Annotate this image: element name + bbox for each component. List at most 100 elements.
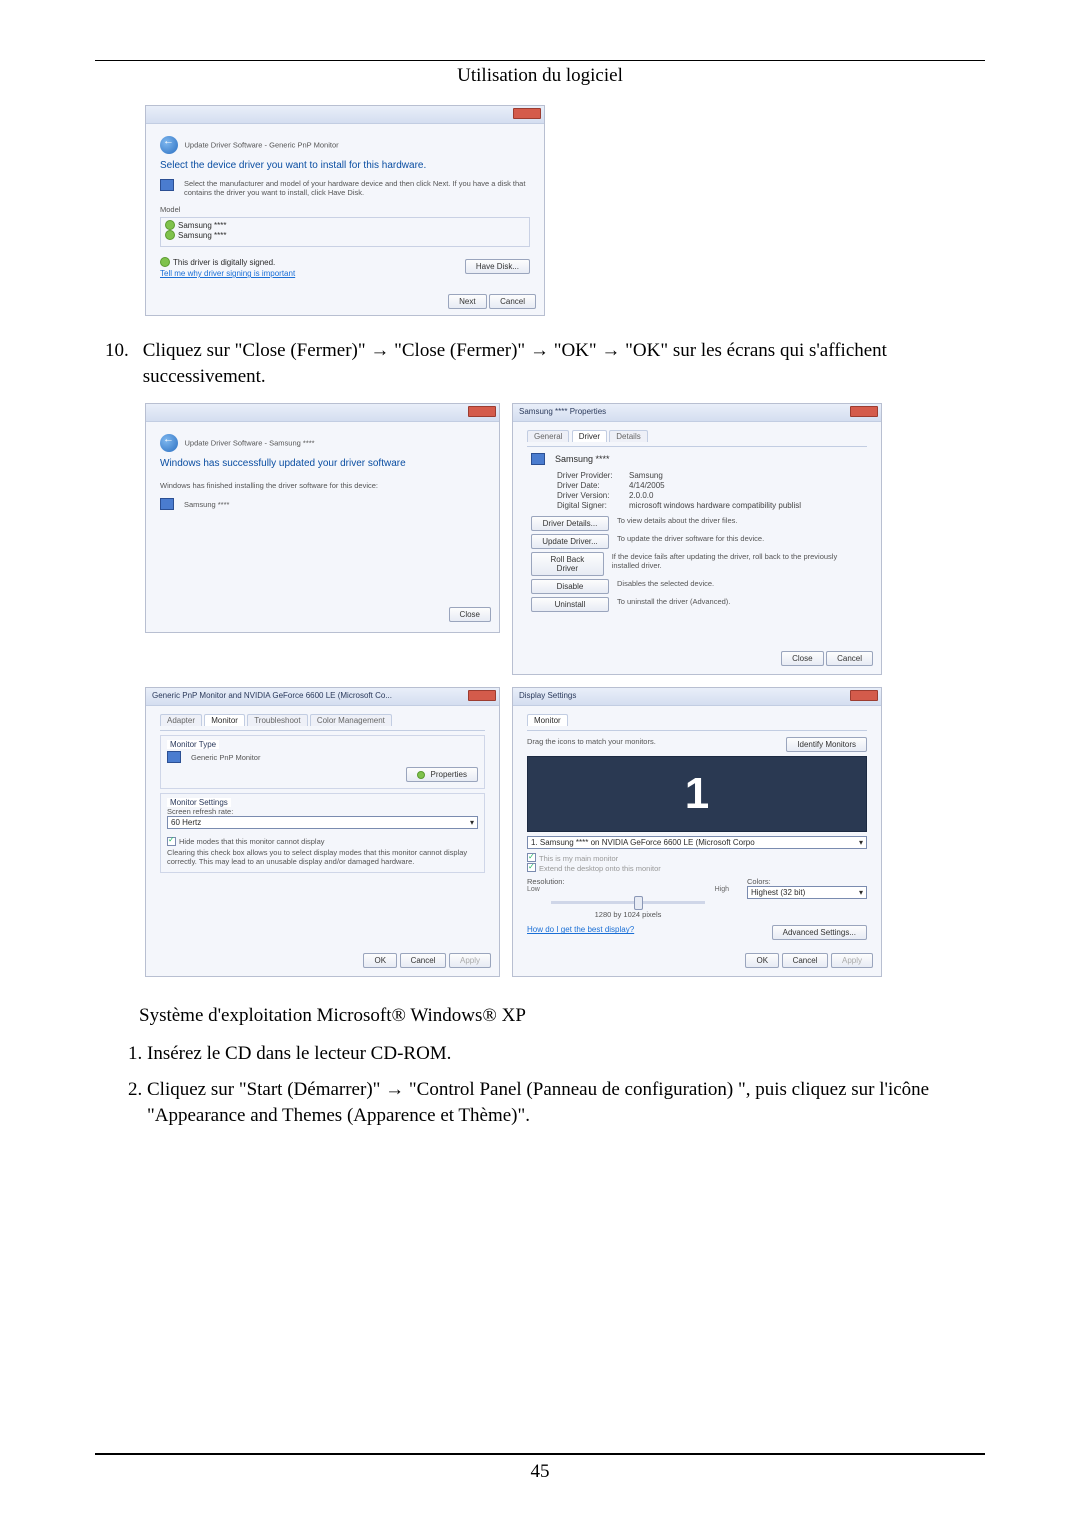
hide-modes-desc: Clearing this check box allows you to se… bbox=[167, 848, 478, 866]
tab-monitor: Monitor bbox=[204, 714, 245, 726]
display-select: 1. Samsung **** on NVIDIA GeForce 6600 L… bbox=[527, 836, 867, 849]
signed-label: This driver is digitally signed. bbox=[173, 258, 275, 267]
screenshot-monitor-props: Generic PnP Monitor and NVIDIA GeForce 6… bbox=[145, 687, 500, 977]
window-title: Display Settings bbox=[519, 691, 576, 700]
screenshot-driver-select: Update Driver Software - Generic PnP Mon… bbox=[95, 105, 985, 316]
shield-icon bbox=[417, 771, 425, 779]
cancel-button: Cancel bbox=[826, 651, 873, 666]
advanced-settings-button: Advanced Settings... bbox=[772, 925, 867, 940]
identify-monitors-button: Identify Monitors bbox=[786, 737, 867, 752]
steps-list: Insérez le CD dans le lecteur CD-ROM. Cl… bbox=[123, 1041, 985, 1128]
resolution-slider bbox=[551, 901, 705, 904]
close-button: Close bbox=[781, 651, 823, 666]
tab-general: General bbox=[527, 430, 569, 442]
update-driver-button: Update Driver... bbox=[531, 534, 609, 549]
document-page: Utilisation du logiciel Update Driver So… bbox=[0, 0, 1080, 1178]
step-item: Insérez le CD dans le lecteur CD-ROM. bbox=[147, 1041, 985, 1067]
main-monitor-checkbox bbox=[527, 853, 536, 862]
ok-button: OK bbox=[363, 953, 397, 968]
success-heading: Windows has successfully updated your dr… bbox=[160, 458, 485, 469]
refresh-select: 60 Hertz▾ bbox=[167, 816, 478, 829]
device-name: Samsung **** bbox=[184, 500, 229, 509]
hide-modes-label: Hide modes that this monitor cannot disp… bbox=[179, 837, 325, 846]
window-title: Generic PnP Monitor and NVIDIA GeForce 6… bbox=[152, 691, 392, 700]
page-number: 45 bbox=[0, 1461, 1080, 1483]
back-arrow-icon bbox=[160, 136, 178, 154]
window-titlebar bbox=[146, 106, 544, 124]
close-icon bbox=[513, 108, 541, 119]
chevron-down-icon: ▾ bbox=[859, 888, 863, 897]
cancel-button: Cancel bbox=[782, 953, 829, 968]
monitor-icon bbox=[160, 179, 174, 191]
why-signing-link: Tell me why driver signing is important bbox=[160, 269, 295, 278]
back-arrow-icon bbox=[160, 434, 178, 452]
window-title: Samsung **** Properties bbox=[519, 407, 606, 416]
dialog-heading: Select the device driver you want to ins… bbox=[160, 160, 530, 171]
refresh-label: Screen refresh rate: bbox=[167, 807, 478, 816]
step-number: 10. bbox=[105, 338, 129, 389]
resolution-label: Resolution: bbox=[527, 877, 729, 886]
screenshot-driver-properties: Samsung **** Properties General Driver D… bbox=[512, 403, 882, 675]
hide-modes-checkbox bbox=[167, 837, 176, 846]
model-label: Model bbox=[160, 205, 530, 214]
footer-rule bbox=[95, 1453, 985, 1455]
drag-instruction: Drag the icons to match your monitors. bbox=[527, 737, 656, 752]
extend-desktop-checkbox bbox=[527, 863, 536, 872]
cancel-button: Cancel bbox=[489, 294, 536, 309]
have-disk-button: Have Disk... bbox=[465, 259, 530, 274]
chevron-down-icon: ▾ bbox=[859, 838, 863, 847]
header-rule bbox=[95, 60, 985, 61]
close-icon bbox=[850, 690, 878, 701]
disable-button: Disable bbox=[531, 579, 609, 594]
dialog-subtext: Select the manufacturer and model of you… bbox=[184, 179, 530, 197]
breadcrumb: Update Driver Software - Samsung **** bbox=[185, 439, 315, 448]
success-line: Windows has finished installing the driv… bbox=[160, 481, 485, 490]
chevron-down-icon: ▾ bbox=[470, 818, 474, 827]
tab-colormgmt: Color Management bbox=[310, 714, 392, 726]
model-row: Samsung **** bbox=[178, 231, 226, 240]
colors-select: Highest (32 bit)▾ bbox=[747, 886, 867, 899]
driver-details-button: Driver Details... bbox=[531, 516, 609, 531]
tab-monitor: Monitor bbox=[527, 714, 568, 726]
signed-shield-icon bbox=[165, 220, 175, 230]
close-icon bbox=[468, 690, 496, 701]
slider-thumb-icon bbox=[634, 896, 643, 910]
model-listbox: Samsung **** Samsung **** bbox=[160, 217, 530, 247]
resolution-value: 1280 by 1024 pixels bbox=[527, 910, 729, 919]
page-header: Utilisation du logiciel bbox=[95, 65, 985, 87]
properties-button: Properties bbox=[406, 767, 478, 782]
tab-troubleshoot: Troubleshoot bbox=[247, 714, 307, 726]
model-row: Samsung **** bbox=[178, 221, 226, 230]
monitor-icon bbox=[167, 751, 181, 763]
breadcrumb: Update Driver Software - Generic PnP Mon… bbox=[185, 140, 339, 149]
tab-details: Details bbox=[609, 430, 647, 442]
colors-label: Colors: bbox=[747, 877, 867, 886]
os-line: Système d'exploitation Microsoft® Window… bbox=[139, 1005, 985, 1027]
monitor-preview: 1 bbox=[527, 756, 867, 832]
device-name: Samsung **** bbox=[555, 454, 610, 464]
ok-button: OK bbox=[745, 953, 779, 968]
monitor-icon bbox=[531, 453, 545, 465]
screenshot-update-success: Update Driver Software - Samsung **** Wi… bbox=[145, 403, 500, 633]
tab-adapter: Adapter bbox=[160, 714, 202, 726]
cancel-button: Cancel bbox=[400, 953, 447, 968]
monitor-type-value: Generic PnP Monitor bbox=[191, 753, 260, 762]
screenshot-display-settings: Display Settings Monitor Drag the icons … bbox=[512, 687, 882, 977]
signed-shield-icon bbox=[160, 257, 170, 267]
close-icon bbox=[468, 406, 496, 417]
apply-button: Apply bbox=[831, 953, 873, 968]
best-display-link: How do I get the best display? bbox=[527, 925, 634, 940]
dialog-buttons: Next Cancel bbox=[146, 288, 544, 315]
signed-shield-icon bbox=[165, 230, 175, 240]
rollback-driver-button: Roll Back Driver bbox=[531, 552, 604, 576]
monitor-settings-label: Monitor Settings bbox=[167, 798, 231, 807]
monitor-icon bbox=[160, 498, 174, 510]
close-icon bbox=[850, 406, 878, 417]
tab-driver: Driver bbox=[572, 430, 607, 442]
monitor-type-label: Monitor Type bbox=[167, 740, 219, 749]
uninstall-button: Uninstall bbox=[531, 597, 609, 612]
step-text: Cliquez sur "Close (Fermer)" → "Close (F… bbox=[143, 338, 985, 389]
next-button: Next bbox=[448, 294, 486, 309]
apply-button: Apply bbox=[449, 953, 491, 968]
step-item: Cliquez sur "Start (Démarrer)" → "Contro… bbox=[147, 1077, 985, 1128]
